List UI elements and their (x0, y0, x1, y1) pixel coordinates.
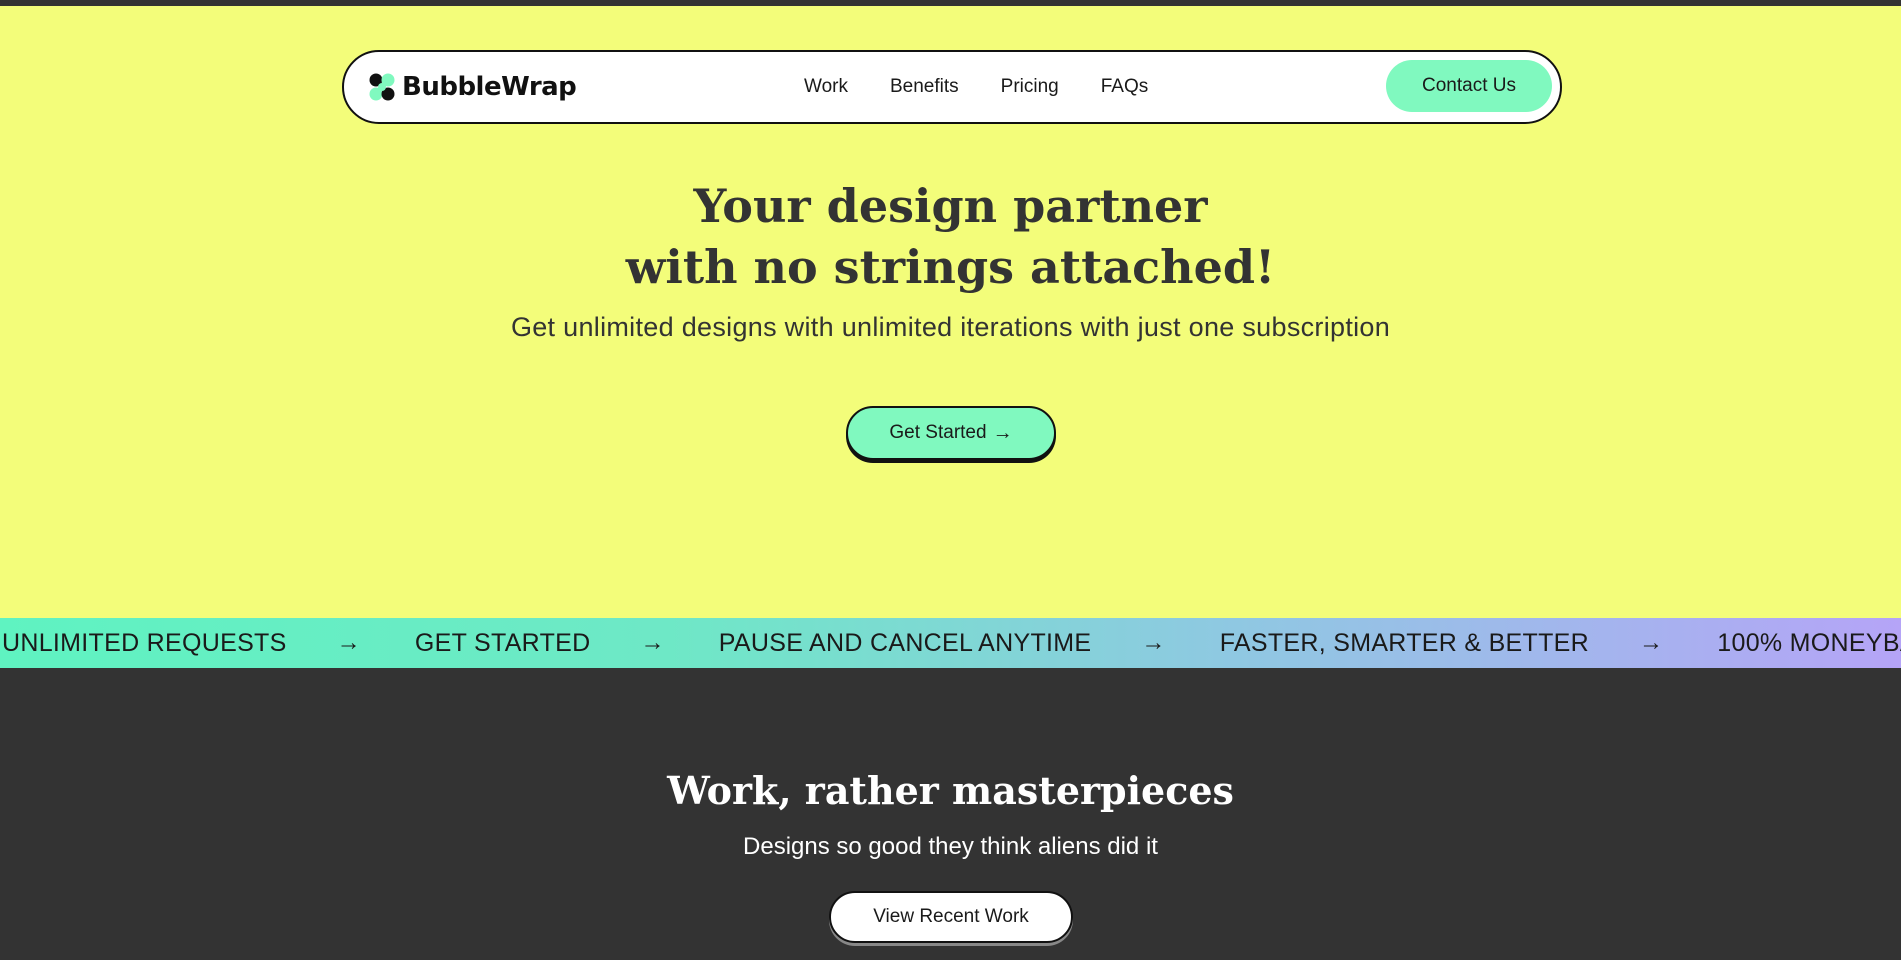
view-recent-work-button[interactable]: View Recent Work (829, 891, 1073, 943)
hero-title-line-2: with no strings attached! (625, 240, 1276, 294)
nav-link-pricing[interactable]: Pricing (1001, 76, 1059, 98)
brand-name: BubbleWrap (402, 72, 577, 102)
get-started-label: Get Started (889, 422, 987, 443)
arrow-right-icon: → (1638, 629, 1664, 656)
arrow-right-icon: → (640, 629, 665, 656)
work-section-subtitle: Designs so good they think aliens did it (743, 833, 1158, 860)
features-marquee: UNLIMITED REQUESTS → GET STARTED → PAUSE… (0, 618, 1901, 668)
marquee-item-unlimited-requests: UNLIMITED REQUESTS (2, 628, 287, 657)
hero-subtitle: Get unlimited designs with unlimited ite… (510, 312, 1391, 342)
marquee-item-faster-smarter: FASTER, SMARTER & BETTER (1219, 628, 1589, 657)
hero-title: Your design partner with no strings atta… (0, 176, 1901, 298)
marquee-item-pause-cancel: PAUSE AND CANCEL ANYTIME (718, 628, 1092, 657)
nav-links: Work Benefits Pricing FAQs (804, 52, 1190, 122)
clover-logo-icon (369, 73, 395, 101)
arrow-right-icon: → (336, 629, 361, 656)
hero-title-line-1: Your design partner (693, 179, 1208, 233)
nav-link-benefits[interactable]: Benefits (890, 76, 959, 98)
top-navbar: BubbleWrap Work Benefits Pricing FAQs Co… (342, 50, 1562, 124)
brand-logo[interactable]: BubbleWrap (368, 70, 577, 104)
marquee-track: UNLIMITED REQUESTS → GET STARTED → PAUSE… (2, 618, 1901, 668)
work-section-title: Work, rather masterpieces (667, 768, 1234, 813)
contact-us-button[interactable]: Contact Us (1386, 60, 1552, 112)
arrow-right-icon: → (1141, 629, 1166, 656)
hero-section: BubbleWrap Work Benefits Pricing FAQs Co… (0, 6, 1901, 618)
get-started-button[interactable]: Get Started → (846, 406, 1056, 460)
marquee-item-get-started: GET STARTED (414, 628, 591, 657)
nav-link-work[interactable]: Work (804, 76, 848, 98)
nav-link-faqs[interactable]: FAQs (1101, 76, 1149, 98)
marquee-item-moneyback: 100% MONEYBACK (1717, 628, 1901, 657)
arrow-right-icon: → (992, 421, 1013, 444)
